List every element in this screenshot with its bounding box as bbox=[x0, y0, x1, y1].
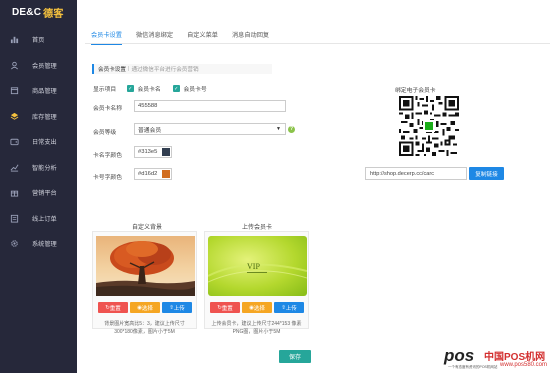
qr-code bbox=[399, 96, 459, 156]
sidebar-item-label: 库存管理 bbox=[32, 113, 57, 121]
no-color-label: 卡号字颜色 bbox=[93, 175, 122, 181]
upload-card-upload-button[interactable]: ⇧ 上传 bbox=[274, 302, 304, 313]
help-icon[interactable]: ? bbox=[288, 125, 295, 133]
select-label: 选择 bbox=[253, 305, 265, 312]
watermark-url: www.pos580.com bbox=[500, 362, 548, 368]
main-panel: 会员卡设置 微信消息绑定 自定义菜单 消息自动回复 会员卡设置 | 通过微信平台… bbox=[77, 0, 550, 373]
card-name-input[interactable]: 455588 bbox=[134, 100, 286, 112]
check-icon: ✓ bbox=[127, 85, 134, 92]
gear-icon bbox=[10, 239, 19, 248]
logo-text-cn: 德客 bbox=[43, 8, 64, 20]
name-color-swatch[interactable] bbox=[162, 148, 170, 156]
section-header: 会员卡设置 | 通过微信平台进行会员营销 bbox=[92, 64, 272, 74]
show-card-no-checkbox[interactable]: ✓ 会员卡号 bbox=[173, 84, 207, 93]
logo: DE&C 德客 bbox=[0, 0, 77, 24]
custom-bg-description: 背景图片宽高比5：3，建议上传尺寸300*180像素，图片小于5M bbox=[104, 321, 185, 335]
watermark-cn: 中国POS机网 bbox=[484, 352, 546, 363]
upload-label: 上传 bbox=[285, 305, 297, 312]
chevron-down-icon: ▼ bbox=[276, 126, 281, 132]
wallet-icon bbox=[10, 137, 19, 146]
sidebar-item-analysis[interactable]: 智能分析 bbox=[0, 155, 77, 181]
custom-bg-title: 自定义背景 bbox=[132, 225, 163, 231]
reset-label: 重置 bbox=[221, 305, 233, 312]
custom-bg-upload-button[interactable]: ⇧ 上传 bbox=[162, 302, 192, 313]
bar-chart-icon bbox=[10, 35, 19, 44]
sidebar-nav: 首页 会员管理 商品管理 库存管理 日常支出 智能分析 营销平台 线上订单 系统… bbox=[0, 27, 77, 257]
custom-bg-reset-button[interactable]: ↻ 重置 bbox=[98, 302, 128, 313]
member-level-value: 普通会员 bbox=[138, 127, 162, 134]
copy-link-button[interactable]: 复制链接 bbox=[469, 167, 504, 180]
no-color-swatch[interactable] bbox=[162, 170, 170, 178]
sidebar-item-label: 商品管理 bbox=[32, 88, 57, 96]
gift-icon bbox=[10, 188, 19, 197]
watermark-slogan: 一个有态度有资讯的POS机网站 bbox=[448, 365, 498, 369]
display-items-label: 显示项目 bbox=[93, 87, 117, 93]
layers-icon bbox=[10, 112, 19, 121]
sidebar-item-label: 营销平台 bbox=[32, 190, 57, 198]
show-card-name-checkbox[interactable]: ✓ 会员卡名 bbox=[127, 84, 161, 93]
save-button[interactable]: 保存 bbox=[279, 350, 311, 363]
custom-bg-preview bbox=[96, 236, 195, 296]
sidebar-item-label: 首页 bbox=[32, 37, 45, 45]
card-url-value: http://shop.decerp.cc/carc bbox=[370, 170, 435, 177]
name-color-value: #313e5 bbox=[138, 149, 158, 155]
sidebar-item-label: 智能分析 bbox=[32, 164, 57, 172]
sidebar-item-label: 系统管理 bbox=[32, 241, 57, 249]
sidebar-item-label: 日常支出 bbox=[32, 139, 57, 147]
qr-label: 绑定电子会员卡 bbox=[395, 88, 436, 94]
select-label: 选择 bbox=[141, 305, 153, 312]
trend-icon bbox=[10, 163, 19, 172]
upload-label: 上传 bbox=[173, 305, 185, 312]
no-color-value: #d16d2 bbox=[138, 171, 158, 177]
upload-card-description: 上传会员卡，建议上传尺寸244*153 像素PNG图，图片小于5M bbox=[211, 321, 302, 335]
vip-card-text: VIP bbox=[247, 262, 260, 271]
sidebar: DE&C 德客 首页 会员管理 商品管理 库存管理 日常支出 智能分析 营销平台… bbox=[0, 0, 77, 373]
sidebar-item-label: 会员管理 bbox=[32, 62, 57, 70]
card-name-value: 455588 bbox=[138, 103, 158, 109]
list-icon bbox=[10, 214, 19, 223]
card-name-label: 会员卡名称 bbox=[93, 106, 122, 112]
sidebar-item-home[interactable]: 首页 bbox=[0, 27, 77, 53]
sidebar-item-inventory[interactable]: 库存管理 bbox=[0, 104, 77, 130]
section-separator: | bbox=[127, 66, 130, 72]
sidebar-item-label: 线上订单 bbox=[32, 215, 57, 223]
tabs-divider bbox=[85, 42, 550, 44]
member-level-select[interactable]: 普通会员 ▼ bbox=[134, 123, 286, 135]
sidebar-item-system[interactable]: 系统管理 bbox=[0, 231, 77, 257]
name-color-label: 卡名字颜色 bbox=[93, 153, 122, 159]
custom-bg-panel: ↻ 重置 ◉ 选择 ⇧ 上传 背景图片宽高比5：3，建议上传尺寸300*180像… bbox=[92, 231, 197, 335]
logo-text: DE&C bbox=[12, 6, 42, 18]
checkbox-label: 会员卡名 bbox=[137, 87, 161, 93]
section-hint: 通过微信平台进行会员营销 bbox=[131, 67, 199, 73]
custom-bg-select-button[interactable]: ◉ 选择 bbox=[130, 302, 160, 313]
card-url-input[interactable]: http://shop.decerp.cc/carc bbox=[365, 167, 467, 180]
upload-card-select-button[interactable]: ◉ 选择 bbox=[242, 302, 272, 313]
upload-card-title: 上传会员卡 bbox=[242, 225, 273, 231]
upload-card-panel: VIP ↻ 重置 ◉ 选择 ⇧ 上传 上传会员卡，建议上传尺寸244*153 像… bbox=[204, 231, 309, 335]
checkbox-label: 会员卡号 bbox=[183, 87, 207, 93]
sidebar-item-expenses[interactable]: 日常支出 bbox=[0, 129, 77, 155]
sidebar-item-members[interactable]: 会员管理 bbox=[0, 53, 77, 79]
upload-card-reset-button[interactable]: ↻ 重置 bbox=[210, 302, 240, 313]
watermark-pos: pos bbox=[444, 346, 475, 365]
upload-card-preview: VIP bbox=[208, 236, 307, 296]
sidebar-item-orders[interactable]: 线上订单 bbox=[0, 206, 77, 232]
user-icon bbox=[10, 61, 19, 70]
check-icon: ✓ bbox=[173, 85, 180, 92]
sidebar-item-products[interactable]: 商品管理 bbox=[0, 78, 77, 104]
member-level-label: 会员等级 bbox=[93, 130, 117, 136]
section-title: 会员卡设置 bbox=[98, 67, 126, 73]
site-watermark: pos 中国POS机网 www.pos580.com 一个有态度有资讯的POS机… bbox=[444, 346, 549, 372]
sidebar-item-marketing[interactable]: 营销平台 bbox=[0, 180, 77, 206]
reset-label: 重置 bbox=[109, 305, 121, 312]
box-icon bbox=[10, 86, 19, 95]
